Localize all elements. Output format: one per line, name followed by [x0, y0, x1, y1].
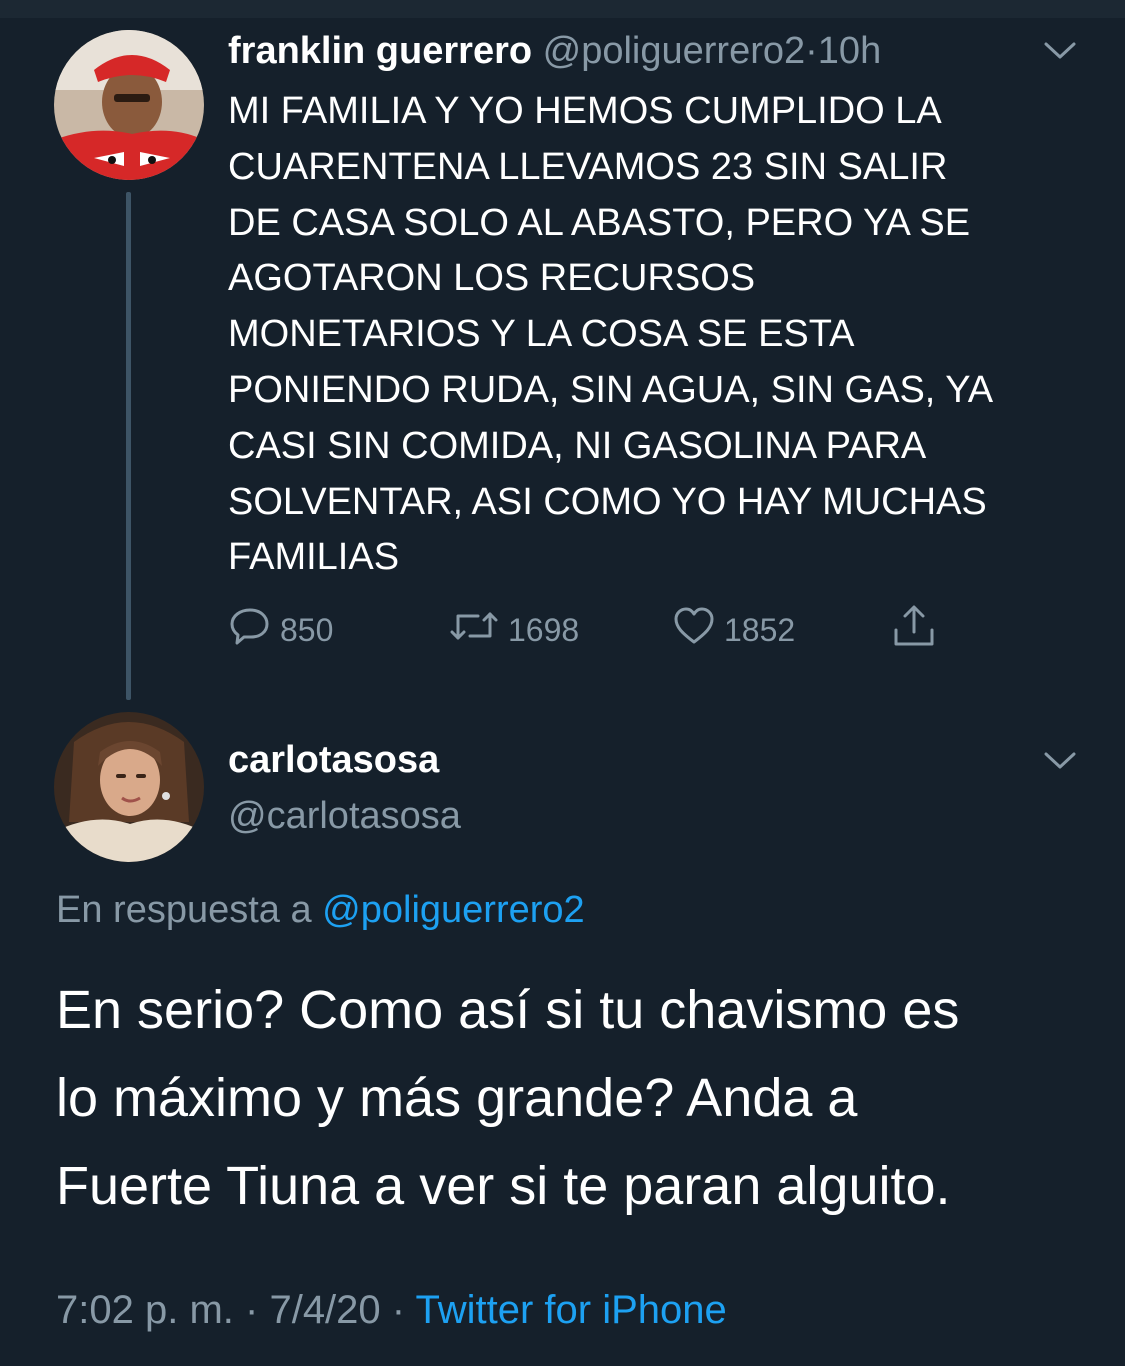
chevron-down-icon[interactable] — [1042, 38, 1078, 62]
share-button[interactable] — [890, 605, 946, 654]
tweet1-header: franklin guerrero @poliguerrero2·10h — [228, 28, 881, 74]
reply-count: 850 — [280, 611, 334, 648]
reply-button[interactable]: 850 — [228, 606, 333, 654]
tweet1-action-bar: 850 1698 1852 — [228, 605, 968, 656]
tweet2-time[interactable]: 7:02 p. m. — [56, 1288, 234, 1332]
chevron-down-icon[interactable] — [1042, 748, 1078, 772]
tweet2-handle[interactable]: @carlotasosa — [228, 792, 461, 840]
reply-context: En respuesta a @poliguerrero2 — [56, 886, 585, 934]
thread-connector-line — [126, 192, 131, 700]
reply-to-handle-link[interactable]: @poliguerrero2 — [322, 889, 585, 931]
retweet-count: 1698 — [508, 611, 580, 648]
avatar-franklin-guerrero[interactable] — [54, 30, 204, 180]
tweet1-separator: · — [805, 30, 818, 72]
reply-prefix: En respuesta a — [56, 889, 312, 931]
like-count: 1852 — [724, 611, 796, 648]
avatar-carlotasosa[interactable] — [54, 712, 204, 862]
like-button[interactable]: 1852 — [672, 606, 795, 654]
tweet2-separator-2: · — [391, 1288, 406, 1332]
tweet1-time[interactable]: 10h — [818, 30, 881, 72]
retweet-icon — [448, 604, 508, 656]
top-edge-bar — [0, 0, 1125, 18]
tweet2-display-name[interactable]: carlotasosa — [228, 736, 439, 784]
tweet1-display-name[interactable]: franklin guerrero — [228, 30, 532, 72]
like-icon — [672, 604, 724, 656]
tweet2-text: En serio? Como así si tu chavismo es lo … — [56, 980, 960, 1216]
tweet1-handle[interactable]: @poliguerrero2 — [543, 30, 806, 72]
tweet2-source-link[interactable]: Twitter for iPhone — [416, 1288, 727, 1332]
retweet-button[interactable]: 1698 — [448, 606, 579, 654]
tweet1-text: MI FAMILIA Y YO HEMOS CUMPLIDO LA CUAREN… — [228, 90, 994, 579]
share-icon — [890, 602, 946, 658]
tweet2-meta: 7:02 p. m. · 7/4/20 · Twitter for iPhone — [56, 1284, 727, 1336]
tweet2-date[interactable]: 7/4/20 — [269, 1288, 380, 1332]
reply-icon — [228, 604, 280, 656]
tweet2-separator-1: · — [245, 1288, 259, 1332]
